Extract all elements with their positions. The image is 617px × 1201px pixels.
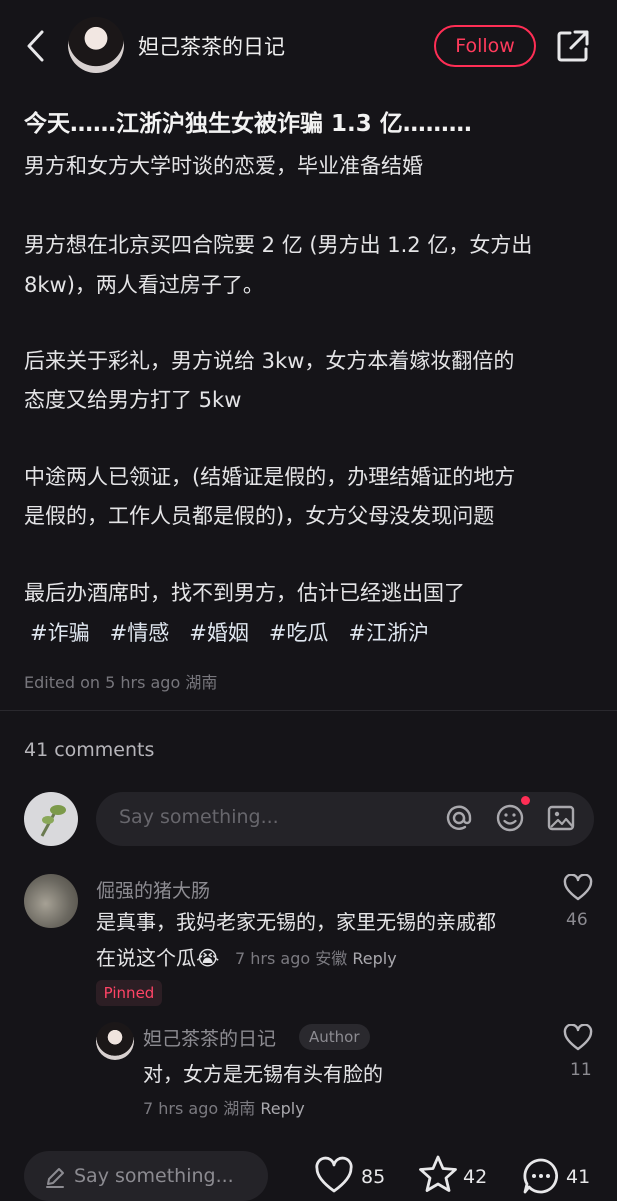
comment-time-location: 7 hrs ago 安徽 bbox=[235, 949, 348, 968]
bottom-input-placeholder[interactable]: Say something... bbox=[74, 1165, 234, 1187]
star-total: 42 bbox=[463, 1166, 488, 1188]
reply-text: 对，女方是无锡有头有脸的 bbox=[143, 1062, 383, 1086]
post-paragraph: 是假的，工作人员都是假的)，女方父母没发现问题 bbox=[24, 504, 495, 528]
comment-line: 是真事，我妈老家无锡的，家里无锡的亲戚都 bbox=[96, 910, 496, 934]
author-badge: Author bbox=[299, 1024, 370, 1050]
pencil-icon bbox=[46, 1168, 64, 1188]
comment-meta: 7 hrs ago 安徽 Reply bbox=[235, 945, 397, 969]
share-icon[interactable] bbox=[556, 29, 590, 63]
post-paragraph: 男方想在北京买四合院要 2 亿 (男方出 1.2 亿，女方出 bbox=[24, 233, 533, 257]
tag-link[interactable]: #婚姻 bbox=[189, 617, 249, 647]
commenter-name[interactable]: 倔强的猪大肠 bbox=[96, 876, 210, 903]
post-paragraph: 态度又给男方打了 5kw bbox=[24, 388, 242, 412]
reply-button[interactable]: Reply bbox=[352, 949, 396, 968]
reply-meta: 7 hrs ago 湖南 Reply bbox=[143, 1095, 305, 1119]
notification-dot bbox=[521, 796, 530, 805]
like-count: 11 bbox=[570, 1060, 592, 1080]
like-heart-icon[interactable] bbox=[314, 1156, 354, 1196]
tag-link[interactable]: #江浙沪 bbox=[348, 617, 429, 647]
tag-link[interactable]: #吃瓜 bbox=[269, 617, 329, 647]
star-icon[interactable] bbox=[418, 1154, 458, 1194]
like-total: 85 bbox=[361, 1166, 386, 1188]
author-name[interactable]: 妲己茶茶的日记 bbox=[138, 31, 285, 61]
post-paragraph: 中途两人已领证，(结婚证是假的，办理结婚证的地方 bbox=[24, 465, 516, 489]
post-paragraph: 后来关于彩礼，男方说给 3kw，女方本着嫁妆翻倍的 bbox=[24, 349, 515, 373]
pinned-badge: Pinned bbox=[96, 980, 162, 1006]
emoji-icon[interactable] bbox=[495, 803, 525, 833]
comment-total: 41 bbox=[566, 1166, 591, 1188]
comment-input-placeholder[interactable]: Say something... bbox=[119, 806, 279, 828]
comment-bubble-icon[interactable] bbox=[521, 1156, 561, 1196]
back-arrow-icon[interactable] bbox=[22, 28, 52, 64]
reply-time-location: 7 hrs ago 湖南 bbox=[143, 1099, 256, 1118]
heart-icon[interactable] bbox=[563, 874, 593, 902]
my-avatar bbox=[24, 792, 78, 846]
comments-count: 41 comments bbox=[24, 739, 155, 761]
post-paragraph: 男方和女方大学时谈的恋爱，毕业准备结婚 bbox=[24, 154, 423, 178]
post-paragraph: 8kw)，两人看过房子了。 bbox=[24, 273, 264, 297]
divider bbox=[0, 710, 617, 711]
tag-link[interactable]: #诈骗 bbox=[30, 617, 90, 647]
image-icon[interactable] bbox=[546, 803, 576, 833]
post-paragraph: 最后办酒席时，找不到男方，估计已经逃出国了 bbox=[24, 581, 465, 605]
comment-line-text: 在说这个瓜 bbox=[96, 946, 196, 970]
post-meta: Edited on 5 hrs ago 湖南 bbox=[24, 673, 218, 692]
follow-button[interactable]: Follow bbox=[434, 25, 536, 67]
tag-link[interactable]: #情感 bbox=[110, 617, 170, 647]
like-count: 46 bbox=[566, 910, 588, 930]
author-avatar[interactable] bbox=[68, 17, 124, 73]
mention-icon[interactable] bbox=[444, 803, 474, 833]
reply-author-name[interactable]: 妲己茶茶的日记 bbox=[143, 1024, 276, 1051]
plant-icon bbox=[40, 805, 66, 837]
reply-avatar[interactable] bbox=[96, 1022, 134, 1060]
heart-icon[interactable] bbox=[563, 1024, 593, 1052]
reply-button[interactable]: Reply bbox=[260, 1099, 304, 1118]
crying-emoji: 😭 bbox=[196, 946, 220, 970]
tag-list: #诈骗 #情感 #婚姻 #吃瓜 #江浙沪 bbox=[30, 617, 429, 647]
post-title: 今天……江浙沪独生女被诈骗 1.3 亿……… bbox=[24, 111, 472, 137]
commenter-avatar[interactable] bbox=[24, 874, 78, 928]
